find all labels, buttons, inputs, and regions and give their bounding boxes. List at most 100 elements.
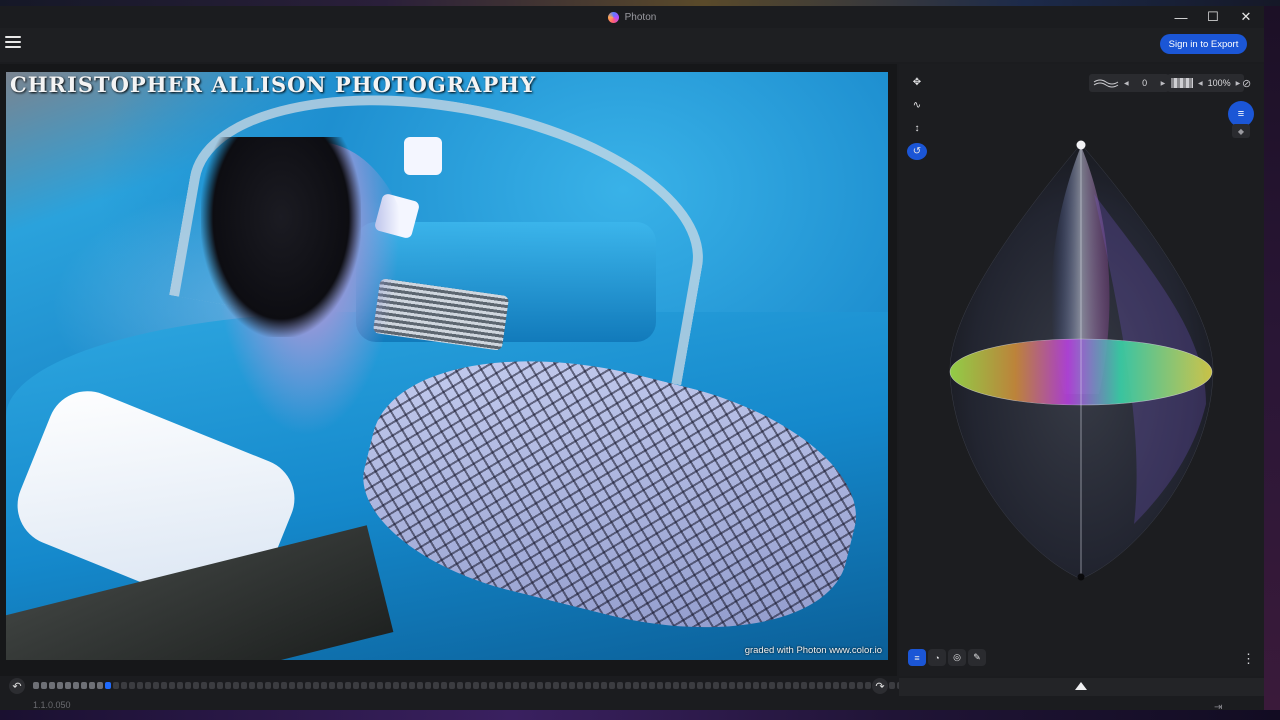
history-step[interactable] xyxy=(265,682,271,689)
history-step[interactable] xyxy=(145,682,151,689)
history-step[interactable] xyxy=(257,682,263,689)
graded-photo[interactable]: CHRISTOPHER ALLISON PHOTOGRAPHY graded w… xyxy=(6,72,888,660)
history-step[interactable] xyxy=(537,682,543,689)
zoom-increase-button[interactable]: ▶ xyxy=(1236,80,1241,87)
history-step[interactable] xyxy=(673,682,679,689)
history-step[interactable] xyxy=(761,682,767,689)
history-step[interactable] xyxy=(889,682,895,689)
more-options-icon[interactable]: ⋮ xyxy=(1242,651,1255,667)
history-step[interactable] xyxy=(689,682,695,689)
sign-in-export-button[interactable]: Sign in to Export xyxy=(1160,34,1247,54)
close-button[interactable]: ✕ xyxy=(1231,8,1261,26)
history-step[interactable] xyxy=(209,682,215,689)
history-step[interactable] xyxy=(697,682,703,689)
history-step[interactable] xyxy=(793,682,799,689)
history-step[interactable] xyxy=(561,682,567,689)
history-step[interactable] xyxy=(201,682,207,689)
zoom-value[interactable]: 100% xyxy=(1208,78,1231,88)
history-step[interactable] xyxy=(377,682,383,689)
density-decrease-button[interactable]: ◀ xyxy=(1124,80,1129,87)
history-step[interactable] xyxy=(745,682,751,689)
hamburger-menu-icon[interactable] xyxy=(5,36,21,50)
history-step[interactable] xyxy=(153,682,159,689)
history-step[interactable] xyxy=(465,682,471,689)
color-volume-scope[interactable] xyxy=(944,134,1219,594)
history-step[interactable] xyxy=(609,682,615,689)
history-step[interactable] xyxy=(769,682,775,689)
color-wheel-icon[interactable]: ◔ xyxy=(928,649,946,666)
layers-view-icon[interactable]: ≡ xyxy=(908,649,926,666)
history-step[interactable] xyxy=(633,682,639,689)
target-icon[interactable]: ◎ xyxy=(948,649,966,666)
history-step[interactable] xyxy=(617,682,623,689)
history-step[interactable] xyxy=(369,682,375,689)
history-step[interactable] xyxy=(41,682,47,689)
history-step[interactable] xyxy=(729,682,735,689)
history-step[interactable] xyxy=(337,682,343,689)
history-step[interactable] xyxy=(241,682,247,689)
visibility-toggle-icon[interactable]: ⊘ xyxy=(1242,77,1251,90)
history-step[interactable] xyxy=(81,682,87,689)
history-step[interactable] xyxy=(233,682,239,689)
history-step[interactable] xyxy=(641,682,647,689)
undo-button[interactable]: ↶ xyxy=(9,678,25,694)
history-step[interactable] xyxy=(857,682,863,689)
history-step[interactable] xyxy=(721,682,727,689)
move-icon[interactable]: ✥ xyxy=(907,74,927,91)
history-step[interactable] xyxy=(801,682,807,689)
history-step[interactable] xyxy=(825,682,831,689)
history-step[interactable] xyxy=(169,682,175,689)
history-step[interactable] xyxy=(585,682,591,689)
history-step[interactable] xyxy=(65,682,71,689)
history-step[interactable] xyxy=(89,682,95,689)
history-step[interactable] xyxy=(353,682,359,689)
history-step[interactable] xyxy=(649,682,655,689)
minimize-button[interactable]: — xyxy=(1166,8,1196,26)
history-step[interactable] xyxy=(273,682,279,689)
density-increase-button[interactable]: ▶ xyxy=(1161,80,1166,87)
history-step[interactable] xyxy=(489,682,495,689)
history-step[interactable] xyxy=(185,682,191,689)
history-step[interactable] xyxy=(529,682,535,689)
history-step[interactable] xyxy=(833,682,839,689)
history-step[interactable] xyxy=(409,682,415,689)
history-step[interactable] xyxy=(385,682,391,689)
rotate-icon[interactable]: ↺ xyxy=(907,143,927,160)
history-step[interactable] xyxy=(361,682,367,689)
history-step[interactable] xyxy=(33,682,39,689)
history-step[interactable] xyxy=(393,682,399,689)
history-step[interactable] xyxy=(809,682,815,689)
history-step[interactable] xyxy=(401,682,407,689)
history-step[interactable] xyxy=(777,682,783,689)
history-step[interactable] xyxy=(569,682,575,689)
history-step[interactable] xyxy=(425,682,431,689)
history-step[interactable] xyxy=(553,682,559,689)
history-step[interactable] xyxy=(177,682,183,689)
history-step[interactable] xyxy=(521,682,527,689)
history-step[interactable] xyxy=(161,682,167,689)
history-step[interactable] xyxy=(681,682,687,689)
history-step[interactable] xyxy=(497,682,503,689)
history-step[interactable] xyxy=(577,682,583,689)
history-step[interactable] xyxy=(865,682,871,689)
history-step[interactable] xyxy=(433,682,439,689)
history-step[interactable] xyxy=(841,682,847,689)
history-step[interactable] xyxy=(249,682,255,689)
history-step[interactable] xyxy=(97,682,103,689)
history-step[interactable] xyxy=(297,682,303,689)
history-step[interactable] xyxy=(665,682,671,689)
history-step[interactable] xyxy=(225,682,231,689)
history-step[interactable] xyxy=(481,682,487,689)
history-step[interactable] xyxy=(345,682,351,689)
history-step[interactable] xyxy=(737,682,743,689)
history-step[interactable] xyxy=(313,682,319,689)
history-step[interactable] xyxy=(321,682,327,689)
history-step[interactable] xyxy=(121,682,127,689)
history-step[interactable] xyxy=(593,682,599,689)
history-step[interactable] xyxy=(785,682,791,689)
history-step[interactable] xyxy=(281,682,287,689)
history-step[interactable] xyxy=(513,682,519,689)
history-step[interactable] xyxy=(193,682,199,689)
history-step[interactable] xyxy=(441,682,447,689)
expand-panel-arrow-icon[interactable] xyxy=(1075,682,1087,690)
